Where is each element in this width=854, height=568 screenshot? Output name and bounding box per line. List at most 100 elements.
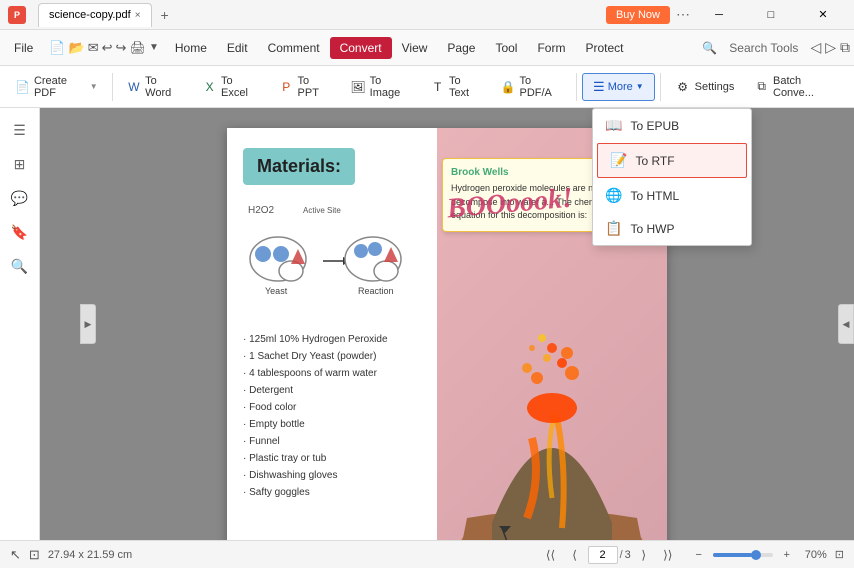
- print-icon[interactable]: 🖨: [129, 40, 146, 56]
- menu-file[interactable]: File: [4, 37, 43, 59]
- app-icon: P: [8, 6, 26, 24]
- to-pdfa-icon: 🔒: [501, 79, 516, 95]
- browser-forward-icon[interactable]: ▷: [825, 39, 836, 56]
- zoom-level-label: 70%: [805, 549, 827, 561]
- epub-icon: 📖: [605, 117, 622, 134]
- sidebar-comment-icon[interactable]: 💬: [6, 184, 34, 212]
- html-label: To HTML: [630, 189, 679, 203]
- add-tab-btn[interactable]: +: [154, 4, 176, 26]
- to-excel-btn[interactable]: X To Excel: [193, 69, 268, 105]
- status-bar: ↖ ⊡ 27.94 x 21.59 cm ⟨⟨ ⟨ / 3 ⟩ ⟩⟩ − + 7…: [0, 540, 854, 568]
- more-options-icon[interactable]: ⋯: [676, 6, 690, 23]
- list-item: Empty bottle: [243, 416, 421, 433]
- create-pdf-label: Create PDF: [34, 75, 86, 99]
- dropdown-to-html[interactable]: 🌐 To HTML: [593, 179, 751, 212]
- sidebar-pages-icon[interactable]: ⊞: [6, 150, 34, 178]
- settings-label: Settings: [695, 81, 735, 93]
- menu-convert[interactable]: Convert: [330, 37, 392, 59]
- page-number-input[interactable]: [588, 546, 618, 564]
- to-pdfa-label: To PDF/A: [519, 75, 562, 99]
- to-excel-icon: X: [202, 79, 217, 95]
- tab-bar: science-copy.pdf × +: [38, 3, 176, 27]
- settings-icon: ⚙: [675, 79, 691, 95]
- chevron-left-icon: ◀: [843, 319, 850, 330]
- settings-btn[interactable]: ⚙ Settings: [666, 73, 744, 101]
- to-image-btn[interactable]: 🖼 To Image: [341, 69, 419, 105]
- dropdown-to-rtf[interactable]: 📝 To RTF: [597, 143, 747, 178]
- menu-home[interactable]: Home: [165, 37, 217, 59]
- separator-3: [660, 73, 661, 101]
- cursor-icon: ↖: [10, 547, 21, 563]
- molecule-svg: H2O2 Active Site: [243, 199, 423, 319]
- molecule-diagram: H2O2 Active Site: [243, 199, 423, 319]
- close-btn[interactable]: ✕: [800, 0, 846, 30]
- to-text-icon: T: [430, 79, 445, 95]
- next-page-btn[interactable]: ⟩: [633, 544, 655, 566]
- to-text-btn[interactable]: T To Text: [421, 69, 489, 105]
- new-icon[interactable]: 📄: [49, 40, 65, 56]
- redo-icon[interactable]: ↪: [116, 40, 127, 56]
- create-pdf-icon: 📄: [15, 79, 30, 95]
- email-icon[interactable]: ✉: [88, 40, 99, 56]
- svg-text:Active Site: Active Site: [303, 206, 341, 215]
- list-item: 4 tablespoons of warm water: [243, 365, 421, 382]
- open-icon[interactable]: 📂: [69, 40, 85, 56]
- title-bar-right: Buy Now ⋯ ─ □ ✕: [606, 0, 846, 30]
- zoom-in-btn[interactable]: +: [777, 545, 797, 565]
- undo-icon[interactable]: ↩: [102, 40, 113, 56]
- menu-comment[interactable]: Comment: [258, 37, 330, 59]
- menu-bar: File 📄 📂 ✉ ↩ ↪ 🖨 ▼ Home Edit Comment Con…: [0, 30, 854, 66]
- sidebar-bookmark-icon[interactable]: 🔖: [6, 218, 34, 246]
- hwp-label: To HWP: [630, 222, 674, 236]
- to-image-label: To Image: [370, 75, 411, 99]
- search-icon: 🔍: [702, 41, 717, 55]
- to-pdfa-btn[interactable]: 🔒 To PDF/A: [492, 69, 572, 105]
- menu-edit[interactable]: Edit: [217, 37, 258, 59]
- batch-convert-btn[interactable]: ⧉ Batch Conve...: [745, 69, 848, 105]
- create-pdf-btn[interactable]: 📄 Create PDF ▼: [6, 69, 107, 105]
- prev-page-btn[interactable]: ⟨: [564, 544, 586, 566]
- menu-right: 🔍 Search Tools ◁ ▷ ⧉: [702, 37, 850, 59]
- dropdown-to-epub[interactable]: 📖 To EPUB: [593, 109, 751, 142]
- page-separator: /: [620, 549, 623, 561]
- zoom-slider[interactable]: [713, 553, 773, 557]
- browser-back-icon[interactable]: ◁: [810, 39, 821, 56]
- menu-form[interactable]: Form: [527, 37, 575, 59]
- create-pdf-arrow[interactable]: ▼: [90, 82, 98, 91]
- buy-now-btn[interactable]: Buy Now: [606, 6, 670, 24]
- menu-tool[interactable]: Tool: [485, 37, 527, 59]
- menu-page[interactable]: Page: [437, 37, 485, 59]
- to-word-btn[interactable]: W To Word: [118, 69, 192, 105]
- tab-close-btn[interactable]: ×: [135, 10, 141, 21]
- last-page-btn[interactable]: ⟩⟩: [657, 544, 679, 566]
- left-panel-toggle[interactable]: ▶: [80, 304, 96, 344]
- more-icon: ☰: [593, 79, 605, 95]
- more-arrow: ▼: [636, 82, 644, 91]
- more-btn[interactable]: ☰ More ▼: [582, 73, 655, 101]
- total-pages: 3: [625, 549, 631, 561]
- svg-text:H2O2: H2O2: [248, 205, 275, 216]
- to-ppt-btn[interactable]: P To PPT: [270, 69, 340, 105]
- first-page-btn[interactable]: ⟨⟨: [540, 544, 562, 566]
- fit-page-btn[interactable]: ⊡: [835, 548, 844, 561]
- navigation-controls: ⟨⟨ ⟨ / 3 ⟩ ⟩⟩: [540, 544, 679, 566]
- menu-protect[interactable]: Protect: [575, 37, 633, 59]
- to-word-label: To Word: [145, 75, 182, 99]
- sidebar-search-icon[interactable]: 🔍: [6, 252, 34, 280]
- zoom-out-btn[interactable]: −: [689, 545, 709, 565]
- dropdown-arrow-icon[interactable]: ▼: [149, 42, 159, 53]
- external-link-icon[interactable]: ⧉: [840, 39, 850, 56]
- menu-view[interactable]: View: [392, 37, 438, 59]
- dropdown-menu: 📖 To EPUB 📝 To RTF 🌐 To HTML 📋 To HWP: [592, 108, 752, 246]
- right-panel-toggle[interactable]: ◀: [838, 304, 854, 344]
- sidebar-thumbnail-icon[interactable]: ☰: [6, 116, 34, 144]
- list-item: Safty goggles: [243, 484, 421, 501]
- separator-1: [112, 73, 113, 101]
- title-bar: P science-copy.pdf × + Buy Now ⋯ ─ □ ✕: [0, 0, 854, 30]
- minimize-btn[interactable]: ─: [696, 0, 742, 30]
- dropdown-to-hwp[interactable]: 📋 To HWP: [593, 212, 751, 245]
- active-tab[interactable]: science-copy.pdf ×: [38, 3, 152, 27]
- rtf-label: To RTF: [635, 154, 674, 168]
- svg-text:Reaction: Reaction: [358, 286, 394, 296]
- maximize-btn[interactable]: □: [748, 0, 794, 30]
